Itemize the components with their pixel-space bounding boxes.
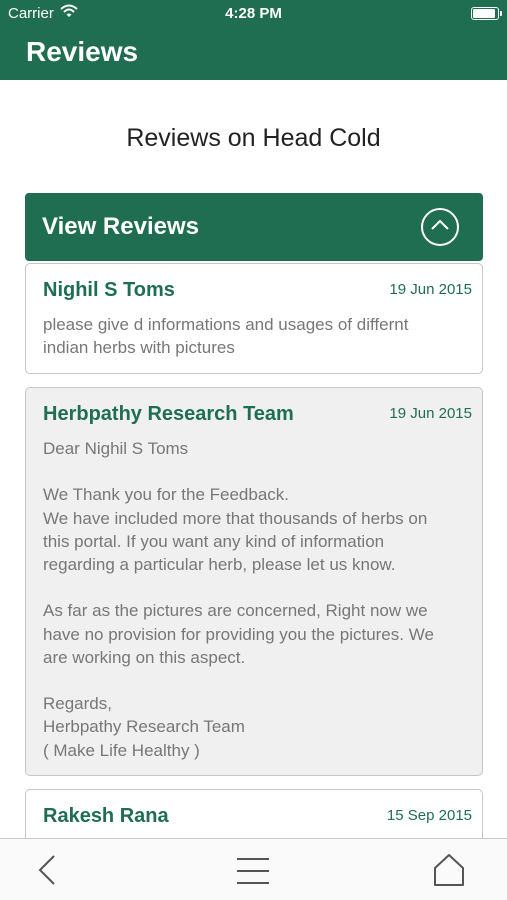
review-body: please give d informations and usages of…	[43, 313, 468, 359]
status-time: 4:28 PM	[225, 5, 282, 22]
status-bar: Carrier 4:28 PM	[0, 0, 507, 27]
review-text-line: this portal. If you want any kind of inf…	[43, 531, 385, 551]
reviewer-name: Rakesh Rana	[43, 805, 169, 827]
review-text-line: Herbpathy Research Team	[43, 717, 245, 737]
bottom-toolbar	[0, 838, 507, 900]
battery-icon	[471, 7, 502, 20]
review-text-line: are working on this aspect.	[43, 647, 246, 667]
page-heading: Reviews on Head Cold	[126, 124, 381, 152]
review-date: 19 Jun 2015	[389, 405, 472, 422]
review-text-line: We have included more that thousands of …	[43, 508, 428, 528]
reviewer-name: Nighil S Toms	[43, 279, 175, 301]
menu-icon	[237, 858, 269, 884]
review-text-line: Regards,	[43, 694, 112, 714]
home-button[interactable]	[420, 839, 480, 900]
home-icon	[434, 854, 464, 886]
accordion-label: View Reviews	[42, 213, 199, 240]
back-button[interactable]	[20, 839, 80, 900]
review-card: Rakesh Rana 15 Sep 2015	[25, 789, 483, 838]
nav-title: Reviews	[26, 36, 139, 67]
review-text-line: Dear Nighil S Toms	[43, 439, 189, 458]
review-card: Nighil S Toms 19 Jun 2015 please give d in…	[25, 263, 483, 374]
review-date: 15 Sep 2015	[386, 807, 472, 824]
back-chevron-icon	[38, 855, 55, 885]
review-text-line: regarding a particular herb, please let …	[43, 555, 396, 574]
menu-button[interactable]	[223, 839, 283, 900]
review-text-line: As far as the pictures are concerned, Ri…	[43, 601, 428, 621]
chevron-up-circle-icon[interactable]	[421, 208, 459, 246]
reviewer-name: Herbpathy Research Team	[43, 403, 294, 425]
reply-card: Herbpathy Research Team 19 Jun 2015 Dear N…	[25, 387, 483, 776]
view-reviews-accordion[interactable]: View Reviews	[25, 193, 483, 261]
reviews-content[interactable]: Reviews on Head Cold View Reviews Nighil…	[0, 80, 507, 838]
review-text-line: have no provision for providing you the …	[43, 624, 434, 644]
review-text-line: ( Make Life Healthy )	[43, 740, 200, 760]
review-body: Dear Nighil S Toms We Thank you for the F…	[43, 437, 468, 762]
battery-fill	[473, 9, 495, 18]
review-text-line: We Thank you for the Feedback.	[43, 485, 290, 505]
navigation-bar: Reviews	[0, 27, 507, 80]
review-date: 19 Jun 2015	[389, 281, 472, 298]
review-text-line: please give d informations and usages of…	[43, 315, 409, 334]
review-text-line: indian herbs with pictures	[43, 338, 235, 358]
